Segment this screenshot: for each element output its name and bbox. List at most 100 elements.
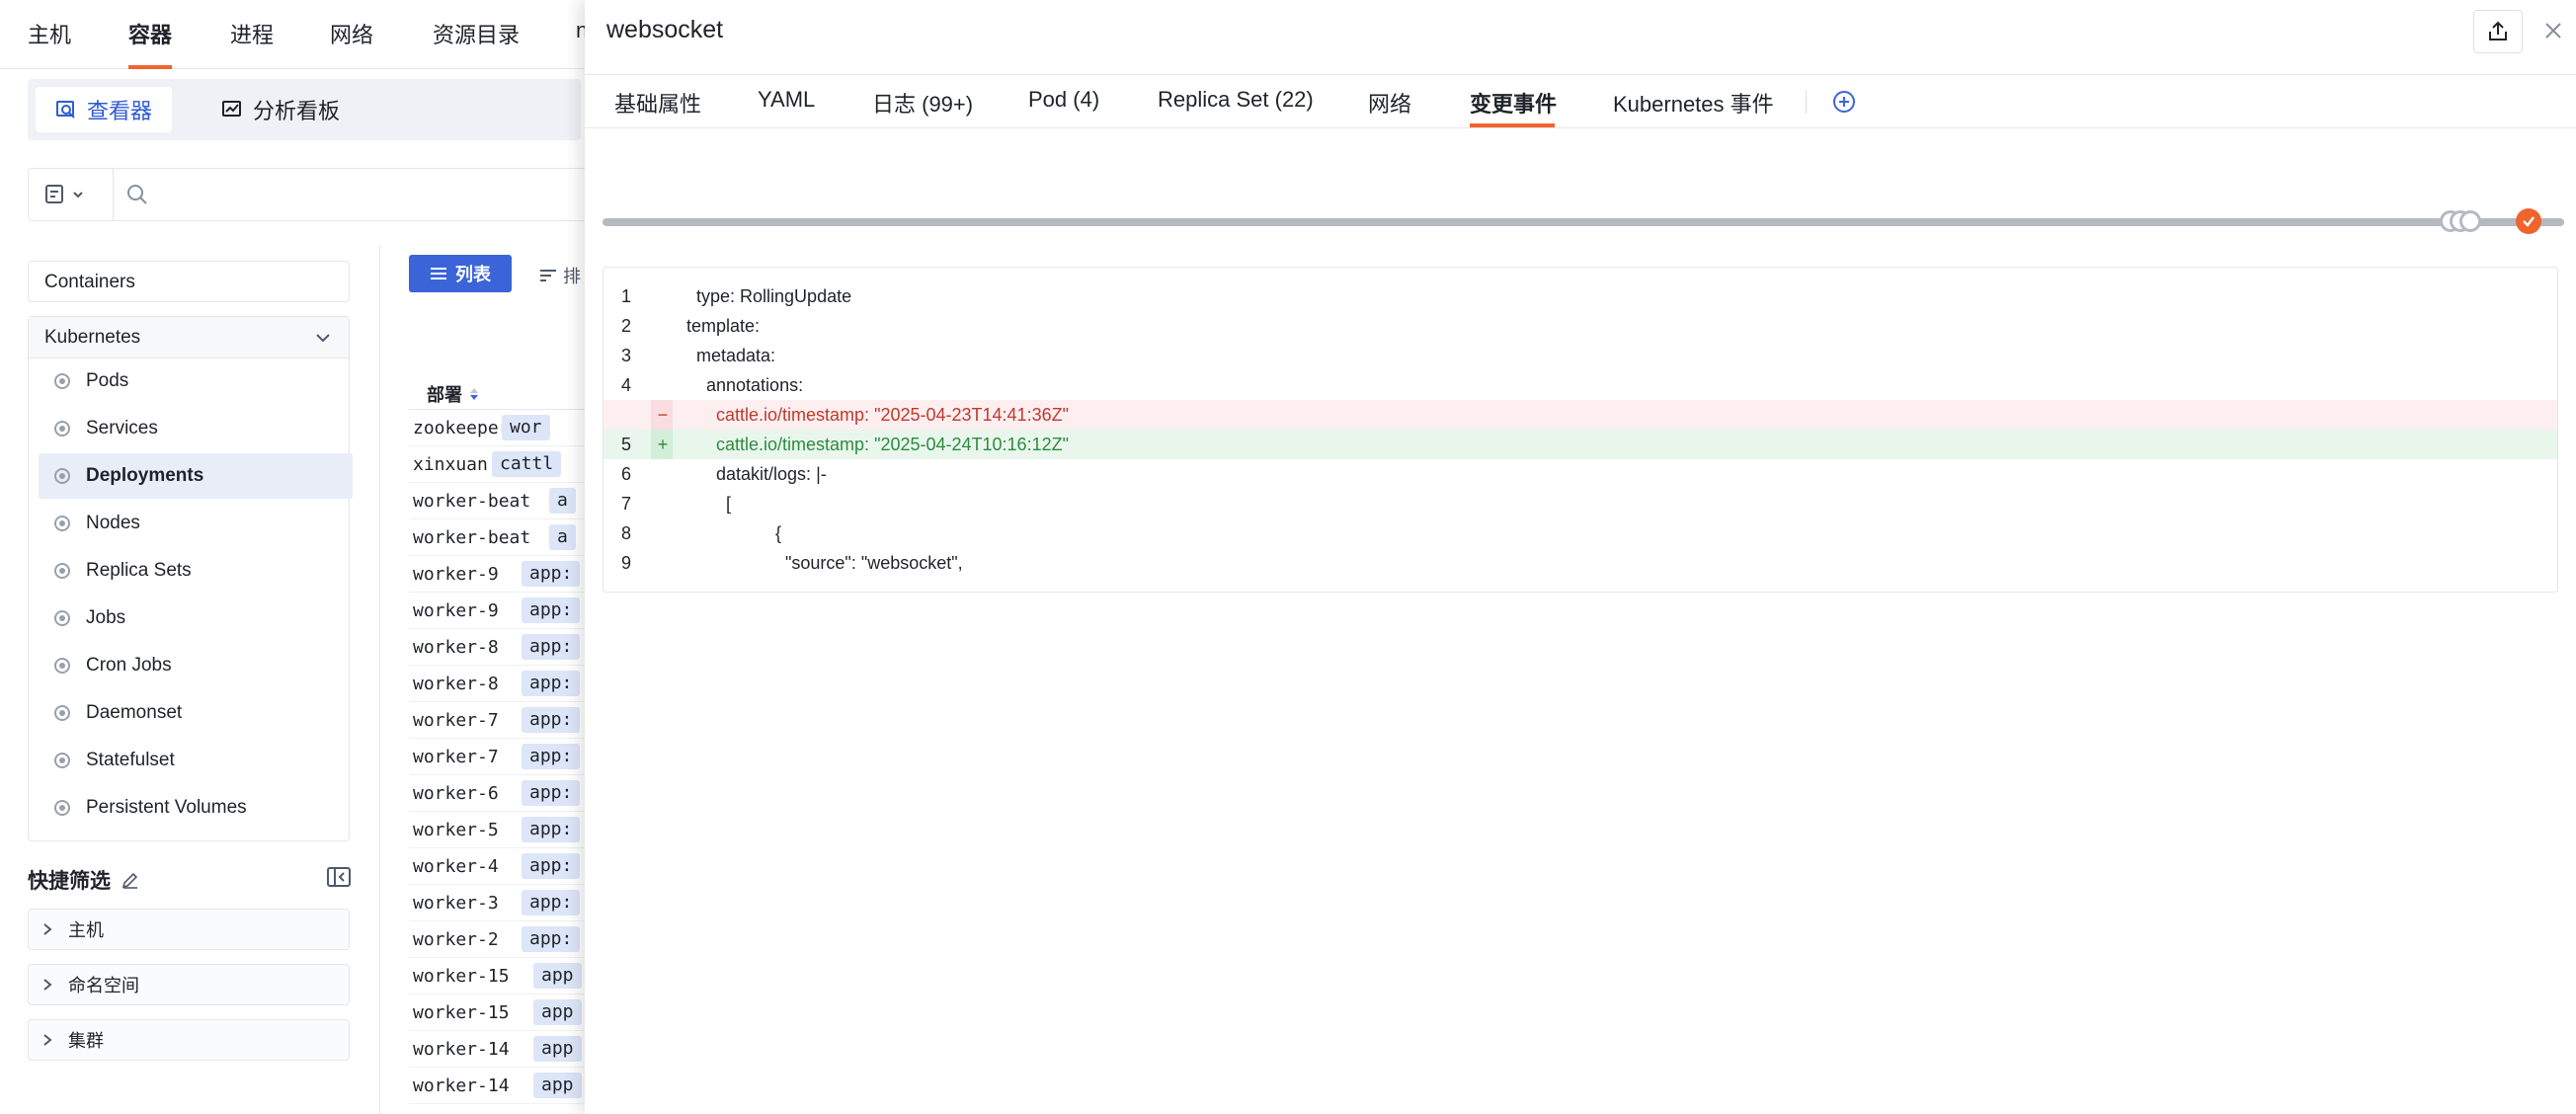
list-view-button[interactable]: 列表 [409,255,512,292]
line-text: template: [686,316,761,336]
diff-line: 4 annotations: [604,370,2557,400]
table-row[interactable]: worker-7 app: [409,739,606,775]
nav-item-container[interactable]: 容器 [128,18,172,49]
tab-yaml[interactable]: YAML [758,87,815,113]
table-row[interactable]: worker-4 app: [409,848,606,885]
tab-kubernetes-events[interactable]: Kubernetes 事件 [1613,87,1774,119]
diff-line: 3 metadata: [604,341,2557,370]
table-row[interactable]: worker-6 app: [409,775,606,812]
sidebar-item-nodes[interactable]: Nodes [39,501,353,546]
tab-viewer[interactable]: 查看器 [36,87,173,132]
change-timeline[interactable] [603,218,2564,226]
table-row[interactable]: worker-15 app [409,958,606,995]
chevron-right-icon [43,1034,52,1046]
sidebar-item-label: Replica Sets [86,560,192,581]
search-input[interactable] [157,177,582,212]
sidebar-item-daemonset[interactable]: Daemonset [39,690,353,736]
row-name: worker-8 [413,674,499,694]
timeline-current-point[interactable] [2516,208,2541,234]
row-tag: app: [522,926,581,952]
table-row[interactable]: worker-3 app: [409,885,606,921]
table-row[interactable]: worker-8 app: [409,666,606,702]
table-row[interactable]: worker-14 app [409,1031,606,1068]
sidebar-item-persistent-volumes[interactable]: Persistent Volumes [39,785,353,831]
nav-item-resource-catalog[interactable]: 资源目录 [433,18,520,49]
sidebar-item-label: Cron Jobs [86,655,172,676]
sidebar-item-deployments[interactable]: Deployments [39,453,353,499]
line-text: type: RollingUpdate [686,286,852,306]
line-text: metadata: [686,346,776,365]
row-name: worker-7 [413,710,499,731]
column-header-deployment[interactable]: 部署 [427,381,480,407]
diff-line: 6 datakit/logs: |- [604,459,2557,489]
tab-viewer-label: 查看器 [87,99,153,123]
tab-pod[interactable]: Pod (4) [1028,87,1099,113]
diff-line: 8 { [604,518,2557,548]
table-row[interactable]: worker-2 app: [409,921,606,958]
kubernetes-header[interactable]: Kubernetes [29,317,349,358]
quick-filter-namespace[interactable]: 命名空间 [28,964,350,1005]
quick-filter-cluster[interactable]: 集群 [28,1019,350,1061]
table-row[interactable]: worker-9 app: [409,556,606,593]
sidebar-item-statefulset[interactable]: Statefulset [39,738,353,783]
diff-line: 1 type: RollingUpdate [604,281,2557,311]
line-text: { [686,523,782,543]
sidebar-item-pods[interactable]: Pods [39,358,353,404]
table-row[interactable]: worker-9 app: [409,593,606,629]
sidebar-item-replica-sets[interactable]: Replica Sets [39,548,353,594]
row-name: worker-9 [413,600,499,621]
tab-network[interactable]: 网络 [1368,87,1411,119]
tab-basic-properties[interactable]: 基础属性 [614,87,701,119]
line-number: 8 [621,523,632,543]
row-name: worker-15 [413,1002,510,1023]
sidebar-item-jobs[interactable]: Jobs [39,596,353,641]
table-row[interactable]: worker-5 app: [409,812,606,848]
kubernetes-label: Kubernetes [44,327,141,348]
nav-item-host[interactable]: 主机 [28,18,71,49]
tab-replica-set[interactable]: Replica Set (22) [1158,87,1314,113]
sidebar-item-cron-jobs[interactable]: Cron Jobs [39,643,353,688]
radio-icon [54,468,70,484]
list-icon [431,268,446,279]
collapse-panel-icon[interactable] [326,865,352,889]
row-name: worker-4 [413,856,499,877]
tab-change-events[interactable]: 变更事件 [1470,87,1557,119]
diff-line: 7 [ [604,489,2557,518]
sidebar-item-label: Daemonset [86,702,183,723]
table-row[interactable]: worker-beat a [409,519,606,556]
share-icon [2489,21,2507,40]
table-row[interactable]: zookeeper wor [409,410,606,446]
sort-arrows-icon [470,388,478,400]
sidebar-item-label: Pods [86,370,129,391]
containers-group[interactable]: Containers [28,261,350,302]
export-button[interactable] [2473,10,2523,53]
nav-active-indicator [128,65,172,69]
quick-filter-label: 命名空间 [68,976,139,995]
nav-item-network[interactable]: 网络 [330,18,373,49]
table-row[interactable]: worker-7 app: [409,702,606,739]
line-number: 1 [621,286,632,306]
close-button[interactable] [2538,16,2568,45]
table-row[interactable]: worker-15 app [409,995,606,1031]
column-header-label: 部署 [427,385,462,405]
edit-icon[interactable] [121,870,140,890]
source-selector[interactable] [44,183,88,211]
sort-button[interactable]: 排 [539,263,581,288]
table-row[interactable]: xinxuan cattl [409,446,606,483]
radio-icon [54,563,70,579]
table-row[interactable]: worker-8 app: [409,629,606,666]
sidebar-item-services[interactable]: Services [39,406,353,451]
radio-icon [54,610,70,626]
table-row[interactable]: worker-beat a [409,483,606,519]
timeline-point[interactable] [2459,210,2481,232]
sidebar-item-label: Services [86,418,158,438]
row-tag: app [533,999,582,1025]
tab-dashboard[interactable]: 分析看板 [201,87,360,132]
row-name: worker-2 [413,929,499,950]
table-row[interactable]: worker-14 app [409,1068,606,1104]
quick-filter-host[interactable]: 主机 [28,909,350,950]
radio-icon [54,373,70,389]
nav-item-process[interactable]: 进程 [230,18,274,49]
tab-logs[interactable]: 日志 (99+) [872,87,973,119]
add-tab-icon[interactable] [1831,89,1857,115]
